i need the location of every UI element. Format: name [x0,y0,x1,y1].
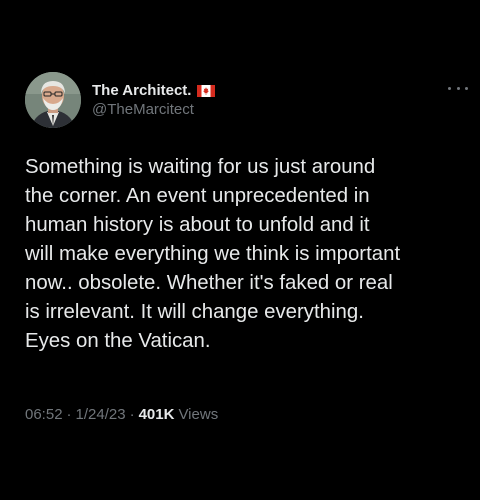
meta-separator: · [66,406,72,423]
more-options-button[interactable] [448,82,468,94]
tweet-text: Something is waiting for us just around … [25,156,401,352]
author-handle[interactable]: @TheMarcitect [92,101,194,118]
canada-flag-icon [197,84,216,97]
tweet-meta: 06:52 · 1/24/23 · 401K Views [25,406,218,423]
views-label[interactable]: Views [178,406,218,423]
views-count[interactable]: 401K [139,406,175,423]
author-name-row[interactable]: The Architect. [92,80,216,100]
more-horizontal-icon [465,86,468,90]
meta-separator: · [129,406,135,423]
author-display-name[interactable]: The Architect. [92,82,191,99]
profile-photo-icon [25,72,81,128]
tweet-time[interactable]: 06:52 [25,406,63,423]
avatar[interactable] [25,72,81,128]
tweet-date[interactable]: 1/24/23 [76,406,126,423]
tweet: The Architect. @TheMarcitect Something i… [0,0,480,500]
more-horizontal-icon [456,86,460,90]
more-horizontal-icon [448,86,451,90]
